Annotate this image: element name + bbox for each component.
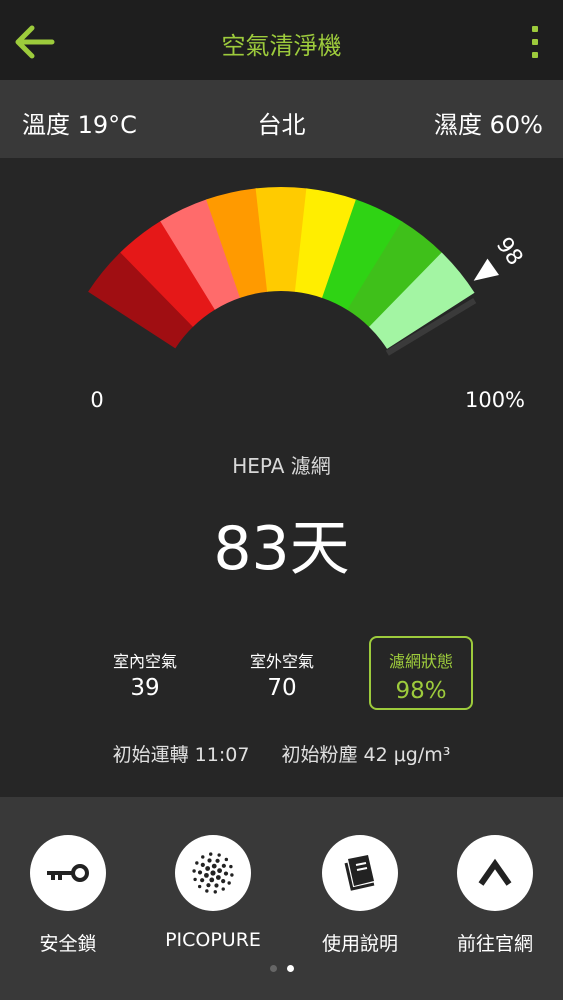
cluster-dot <box>215 858 220 863</box>
days-remaining: 83天 <box>213 514 350 584</box>
cluster-dot <box>215 875 221 880</box>
gauge-min-label: 0 <box>90 388 103 412</box>
cluster-dot <box>211 863 217 869</box>
indoor-air-value: 39 <box>130 675 160 701</box>
chevron-up-icon <box>457 835 533 911</box>
picopure-label: PICOPURE <box>165 929 261 951</box>
hepa-filter-label: HEPA 濾網 <box>232 454 331 478</box>
indoor-air-stat: 室內空氣 39 <box>100 648 190 701</box>
outdoor-air-value: 70 <box>267 675 297 701</box>
filter-life-gauge: 98 0 100% <box>88 187 528 412</box>
more-vertical-icon[interactable] <box>517 18 553 66</box>
cluster-dot <box>229 864 233 869</box>
cluster-dot <box>206 883 211 888</box>
safety-lock-button[interactable]: 安全鎖 <box>3 835 133 956</box>
cluster-dot <box>205 889 209 893</box>
cluster-dot <box>221 863 226 868</box>
cluster-dot <box>192 869 196 873</box>
cluster-dot <box>205 866 211 871</box>
gauge-segments <box>88 187 477 356</box>
filter-status-card[interactable]: 濾網狀態 98% <box>369 636 473 710</box>
user-manual-label: 使用說明 <box>321 933 398 955</box>
cluster-dot <box>213 890 217 894</box>
page-indicator <box>0 965 563 972</box>
cluster-dot <box>223 871 229 876</box>
cluster-dot <box>200 878 205 883</box>
top-app-bar: 空氣清淨機 <box>0 0 563 80</box>
indoor-air-label: 室內空氣 <box>112 652 177 671</box>
key-icon <box>30 835 106 911</box>
user-manual-button[interactable]: 使用說明 <box>295 835 425 956</box>
cluster-dot <box>227 881 231 885</box>
page-title: 空氣清淨機 <box>221 32 342 60</box>
cluster-dot <box>214 883 219 888</box>
humidity-readout: 濕度 60% <box>434 111 543 139</box>
cluster-dot <box>209 852 213 856</box>
safety-lock-label: 安全鎖 <box>39 933 97 955</box>
cluster-dot <box>201 855 205 859</box>
official-website-label: 前往官網 <box>456 933 533 955</box>
gauge-max-label: 100% <box>465 388 525 412</box>
cluster-dot <box>221 878 226 884</box>
cluster-dot <box>217 853 221 857</box>
cluster-dot <box>195 861 199 865</box>
book-icon <box>322 835 398 911</box>
filter-status-value: 98% <box>395 678 447 704</box>
cluster-dot <box>197 884 202 889</box>
cluster-dot <box>224 857 229 862</box>
initial-readings: 初始運轉 11:07 初始粉塵 42 μg/m³ <box>0 740 563 767</box>
cluster-dot <box>204 872 209 878</box>
initial-dust-level: 初始粉塵 42 μg/m³ <box>281 744 451 766</box>
initial-run-time: 初始運轉 11:07 <box>112 744 250 766</box>
page-dot[interactable] <box>269 965 277 972</box>
picopure-button[interactable]: PICOPURE <box>148 835 278 951</box>
weather-info-bar: 溫度 19°C 台北 濕度 60% <box>0 80 563 158</box>
action-panel: 安全鎖 PICOPURE 使用說明 前往官網 <box>0 797 563 1000</box>
filter-status-label: 濾網狀態 <box>388 652 453 671</box>
official-website-button[interactable]: 前往官網 <box>430 835 560 956</box>
outdoor-air-stat: 室外空氣 70 <box>237 648 327 701</box>
cluster-dot <box>209 877 215 883</box>
cluster-dot <box>200 862 205 868</box>
cluster-dot <box>210 870 216 876</box>
page-dot-active[interactable] <box>286 965 294 972</box>
cluster-dot <box>197 870 203 875</box>
gauge-pointer-value: 98 <box>491 233 528 270</box>
cluster-dot <box>217 868 222 874</box>
outdoor-air-label: 室外空氣 <box>249 652 314 671</box>
dot-cluster-icon <box>175 835 251 911</box>
cluster-dot <box>193 877 197 882</box>
cluster-dot <box>221 887 225 891</box>
gauge-pointer-icon <box>473 258 500 281</box>
cluster-dot <box>230 873 234 877</box>
cluster-dot <box>207 858 212 863</box>
